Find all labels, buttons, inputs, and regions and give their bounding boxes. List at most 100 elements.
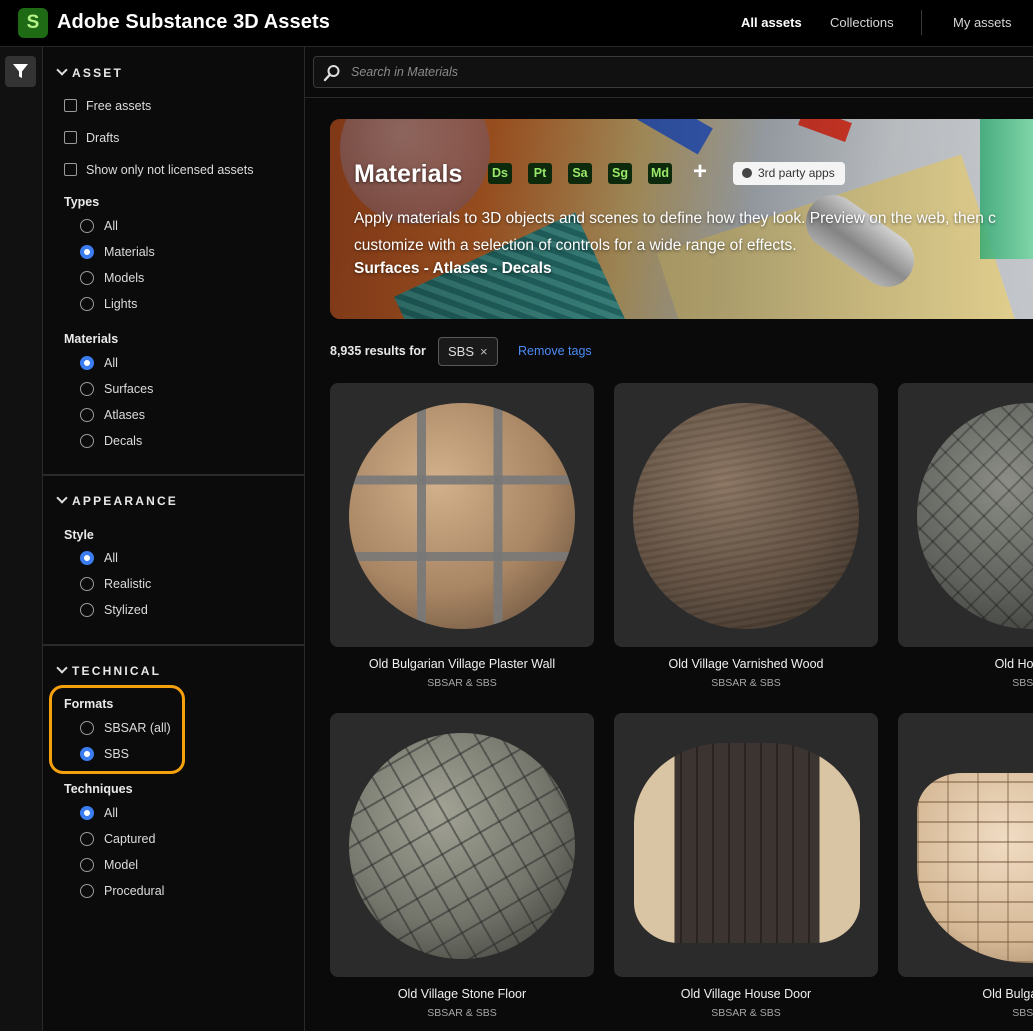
radio-label: Stylized (104, 603, 148, 617)
chevron-down-icon (56, 64, 68, 76)
section-divider (43, 644, 305, 646)
nav-my-assets[interactable]: My assets (953, 15, 1012, 30)
radio-button[interactable] (80, 883, 94, 898)
radio-button[interactable] (80, 602, 94, 617)
search-input[interactable]: Search in Materials (351, 65, 458, 79)
radio-label: SBSAR (all) (104, 721, 171, 735)
checkbox-box[interactable] (64, 99, 77, 113)
radio-format-sbs[interactable]: SBS (80, 745, 129, 763)
checkbox-not-licensed[interactable]: Show only not licensed assets (64, 161, 253, 179)
radio-button[interactable] (80, 296, 94, 311)
radio-format-sbsar-all[interactable]: SBSAR (all) (80, 719, 171, 737)
filter-sidebar: ASSET Free assets Drafts Show only not l… (43, 47, 305, 1031)
app-badge-ds[interactable]: Ds (488, 163, 512, 184)
results-count: 8,935 results for (330, 344, 426, 358)
radio-materials-surfaces[interactable]: Surfaces (80, 380, 153, 398)
radio-button[interactable] (80, 433, 94, 448)
search-bar[interactable]: Search in Materials (313, 56, 1033, 88)
section-appearance-toggle[interactable]: APPEARANCE (56, 492, 178, 508)
app-badge-md[interactable]: Md (648, 163, 672, 184)
radio-label: Realistic (104, 577, 152, 591)
remove-tags-link[interactable]: Remove tags (518, 344, 592, 358)
radio-technique-captured[interactable]: Captured (80, 830, 155, 848)
radio-label: Captured (104, 832, 156, 846)
checkbox-box[interactable] (64, 163, 77, 177)
asset-name: Old Bulgarian Village Plaster Wall (368, 657, 556, 671)
radio-label: Atlases (104, 408, 145, 422)
close-icon[interactable]: × (480, 344, 488, 359)
radio-types-all[interactable]: All (80, 217, 118, 235)
radio-button[interactable] (80, 270, 94, 285)
radio-types-lights[interactable]: Lights (80, 295, 137, 313)
nav-collections[interactable]: Collections (830, 15, 894, 30)
radio-types-models[interactable]: Models (80, 269, 144, 287)
radio-button-selected[interactable] (80, 244, 94, 259)
asset-formats: SBSAR & SBS (427, 1007, 497, 1019)
materials-banner: Materials Ds Pt Sa Sg Md + 3rd party app… (330, 119, 1033, 319)
asset-thumbnail[interactable] (330, 383, 594, 647)
nav-separator (921, 10, 922, 35)
radio-button[interactable] (80, 407, 94, 422)
radio-materials-atlases[interactable]: Atlases (80, 406, 145, 424)
asset-thumbnail[interactable] (330, 713, 594, 977)
nav-all-assets[interactable]: All assets (741, 15, 802, 30)
radio-materials-all[interactable]: All (80, 354, 118, 372)
checkbox-free-assets[interactable]: Free assets (64, 97, 151, 115)
material-preview (917, 773, 1033, 963)
checkbox-box[interactable] (64, 131, 77, 145)
radio-button-selected[interactable] (80, 746, 94, 761)
section-technical-toggle[interactable]: TECHNICAL (56, 662, 162, 678)
radio-button[interactable] (80, 831, 94, 846)
techniques-label: Techniques (64, 782, 133, 796)
asset-name: Old Village House Door (680, 987, 812, 1001)
formats-label: Formats (64, 697, 114, 711)
plus-icon: + (693, 158, 708, 185)
checkbox-drafts[interactable]: Drafts (64, 129, 119, 147)
app-badge-sa[interactable]: Sa (568, 163, 592, 184)
filter-toggle-button[interactable] (5, 56, 36, 87)
section-asset-toggle[interactable]: ASSET (56, 64, 123, 80)
radio-button[interactable] (80, 857, 94, 872)
radio-button-selected[interactable] (80, 355, 94, 370)
radio-technique-all[interactable]: All (80, 804, 118, 822)
radio-button-selected[interactable] (80, 550, 94, 565)
radio-technique-model[interactable]: Model (80, 856, 138, 874)
checkbox-label: Free assets (86, 99, 152, 113)
section-technical-heading: TECHNICAL (72, 664, 162, 678)
app-badge-sg[interactable]: Sg (608, 163, 632, 184)
tag-chip-sbs[interactable]: SBS × (438, 337, 498, 366)
radio-types-materials[interactable]: Materials (80, 243, 155, 261)
asset-thumbnail[interactable] (898, 383, 1033, 647)
radio-style-all[interactable]: All (80, 549, 118, 567)
materials-label: Materials (64, 332, 119, 346)
radio-materials-decals[interactable]: Decals (80, 432, 142, 450)
main-divider (305, 97, 1033, 98)
radio-button[interactable] (80, 381, 94, 396)
left-rail (0, 47, 43, 1031)
radio-label: Procedural (104, 884, 165, 898)
app-title[interactable]: Adobe Substance 3D Assets (57, 11, 330, 34)
banner-category-links[interactable]: Surfaces - Atlases - Decals (354, 260, 552, 278)
radio-label: All (104, 356, 118, 370)
radio-button[interactable] (80, 218, 94, 233)
radio-button-selected[interactable] (80, 805, 94, 820)
asset-thumbnail[interactable] (898, 713, 1033, 977)
radio-style-stylized[interactable]: Stylized (80, 601, 148, 619)
checkbox-label: Drafts (86, 131, 120, 145)
radio-technique-procedural[interactable]: Procedural (80, 882, 164, 900)
search-icon (323, 65, 340, 82)
third-party-apps-button[interactable]: 3rd party apps (733, 162, 845, 185)
asset-formats: SBSAR & SBS (711, 1007, 781, 1019)
third-party-label: 3rd party apps (758, 166, 835, 180)
apps-icon (742, 168, 752, 178)
asset-thumbnail[interactable] (614, 713, 878, 977)
radio-button[interactable] (80, 720, 94, 735)
radio-style-realistic[interactable]: Realistic (80, 575, 151, 593)
banner-description-line: Apply materials to 3D objects and scenes… (354, 210, 996, 227)
radio-button[interactable] (80, 576, 94, 591)
banner-title: Materials (354, 160, 463, 188)
substance-logo-icon[interactable]: S (18, 8, 48, 38)
app-badge-pt[interactable]: Pt (528, 163, 552, 184)
asset-thumbnail[interactable] (614, 383, 878, 647)
top-bar: S Adobe Substance 3D Assets All assets C… (0, 0, 1033, 47)
